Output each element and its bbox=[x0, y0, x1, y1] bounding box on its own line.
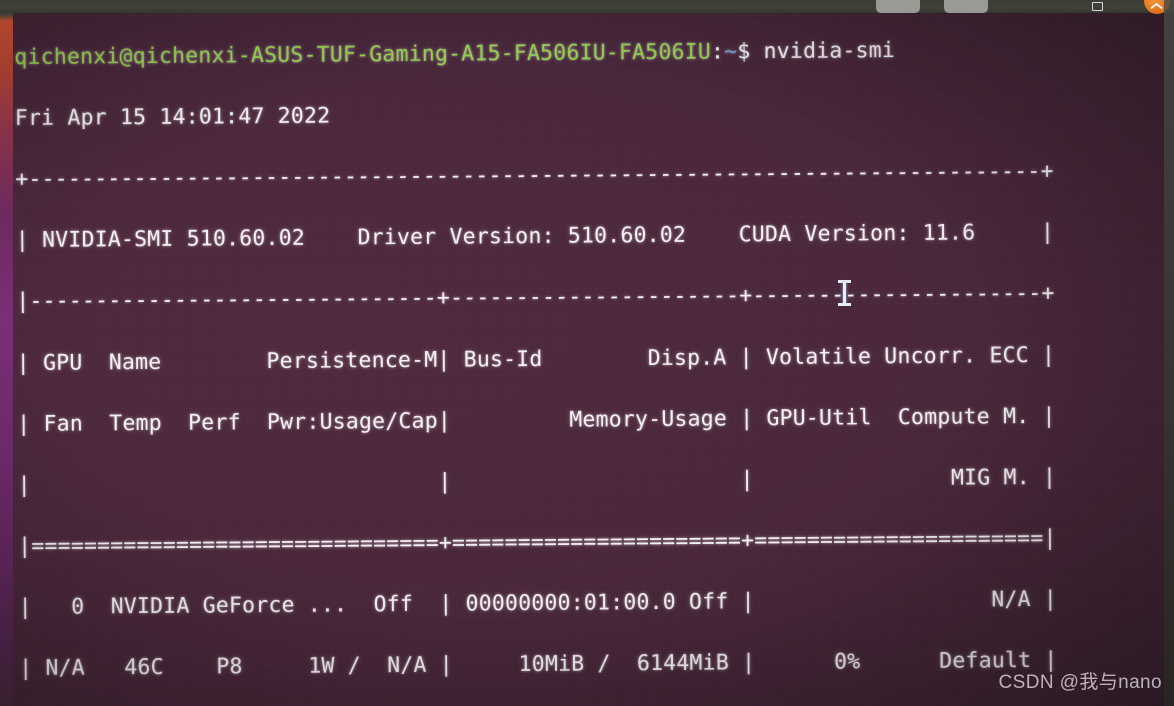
prompt-user-host: qichenxi@qichenxi-ASUS-TUF-Gaming-A15-FA… bbox=[14, 39, 712, 70]
csdn-watermark: CSDN @我与nano bbox=[998, 672, 1162, 693]
smi-header-line: | NVIDIA-SMI 510.60.02 Driver Version: 5… bbox=[15, 219, 1055, 254]
smi-divider-1: |-------------------------------+-------… bbox=[16, 281, 1055, 315]
terminal-line-prompt-top: qichenxi@qichenxi-ASUS-TUF-Gaming-A15-FA… bbox=[14, 34, 1166, 74]
terminal-line-date: Fri Apr 15 14:01:47 2022 bbox=[14, 103, 331, 131]
prompt-colon: : bbox=[710, 39, 725, 65]
mouse-ibeam-cursor-icon bbox=[838, 278, 852, 308]
titlebar-key-1 bbox=[876, 0, 920, 13]
smi-border-top: +---------------------------------------… bbox=[15, 158, 1054, 192]
terminal-screenshot: qichenxi@qichenxi-ASUS-TUF-Gaming-A15-FA… bbox=[0, 0, 1174, 706]
typed-command: nvidia-smi bbox=[750, 37, 896, 64]
smi-divider-equals: |===============================+=======… bbox=[18, 525, 1057, 560]
smi-gpu-row-line-1: | 0 NVIDIA GeForce ... Off | 00000000:01… bbox=[18, 587, 1058, 621]
window-title-bar bbox=[0, 0, 1174, 14]
terminal-output[interactable]: qichenxi@qichenxi-ASUS-TUF-Gaming-A15-FA… bbox=[14, 3, 1174, 706]
smi-columns-line-2: | Fan Temp Perf Pwr:Usage/Cap| Memory-Us… bbox=[17, 403, 1056, 437]
smi-columns-line-3: | | | MIG M. | bbox=[17, 464, 1057, 498]
monitor-bezel-right-strip bbox=[1164, 0, 1174, 706]
smi-columns-line-1: | GPU Name Persistence-M| Bus-Id Disp.A … bbox=[16, 342, 1056, 376]
titlebar-key-2 bbox=[944, 0, 988, 13]
minimize-icon[interactable] bbox=[1092, 2, 1103, 11]
prompt-dollar: $ bbox=[737, 38, 751, 64]
monitor-bezel-left-strip bbox=[0, 0, 13, 706]
prompt-tilde: ~ bbox=[724, 38, 738, 65]
